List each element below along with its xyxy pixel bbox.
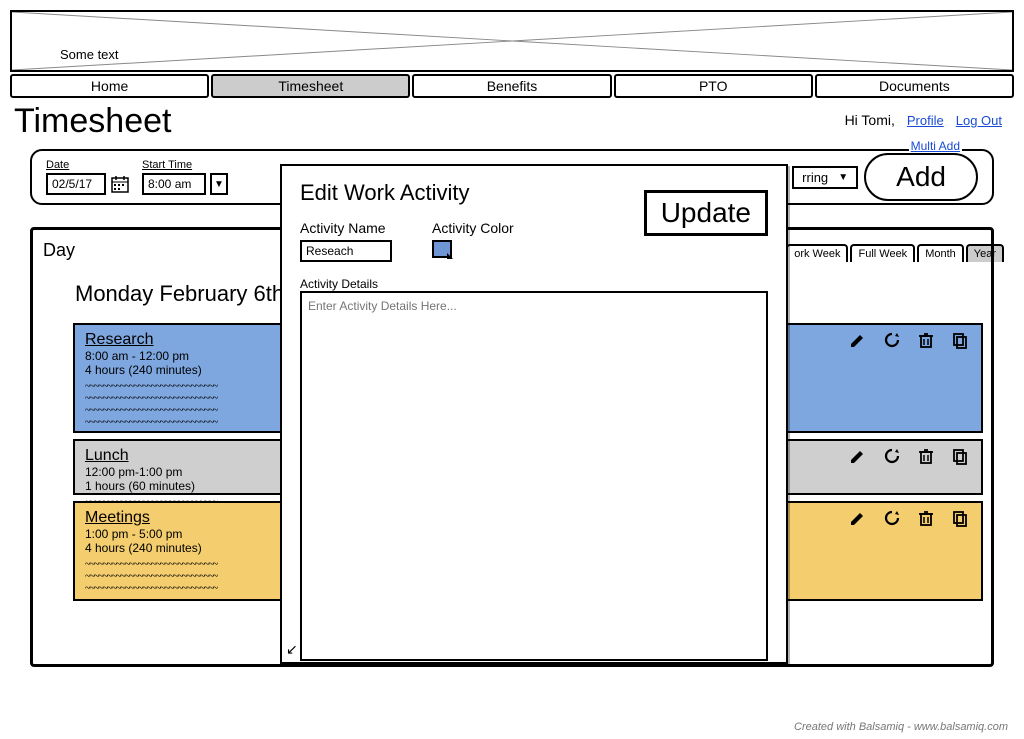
trash-icon[interactable] — [917, 509, 935, 527]
copy-icon[interactable] — [951, 509, 969, 527]
activity-name-block: Activity Name — [300, 220, 392, 262]
header-user-area: Hi Tomi, Profile Log Out — [845, 112, 1002, 128]
footer-credit: Created with Balsamiq - www.balsamiq.com — [794, 721, 1008, 733]
tab-documents[interactable]: Documents — [815, 74, 1014, 98]
activity-name-input[interactable] — [300, 240, 392, 262]
edit-icon[interactable] — [849, 331, 867, 349]
date-field-block: Date — [46, 159, 130, 195]
entry-actions — [849, 509, 969, 527]
entry-actions — [849, 447, 969, 465]
profile-link[interactable]: Profile — [907, 113, 944, 128]
activity-details-label: Activity Details — [300, 277, 768, 291]
start-time-input[interactable] — [142, 173, 206, 195]
trash-icon[interactable] — [917, 331, 935, 349]
date-label: Date — [46, 159, 130, 171]
logout-link[interactable]: Log Out — [956, 113, 1002, 128]
date-input[interactable] — [46, 173, 106, 195]
edit-icon[interactable] — [849, 447, 867, 465]
copy-icon[interactable] — [951, 447, 969, 465]
refresh-icon[interactable] — [883, 447, 901, 465]
refresh-icon[interactable] — [883, 509, 901, 527]
add-button[interactable]: Add — [864, 153, 978, 201]
tab-benefits[interactable]: Benefits — [412, 74, 611, 98]
activity-name-label: Activity Name — [300, 220, 392, 236]
entry-notes-placeholder: ~~~~~~~~~~~~~~~~~~~~~~~~~~~~~~~~~~~~~~~~… — [85, 381, 285, 429]
page-title: Timesheet — [14, 102, 171, 141]
resize-handle-icon[interactable]: ↙ — [286, 641, 298, 658]
main-nav: Home Timesheet Benefits PTO Documents — [10, 74, 1014, 98]
recurring-select[interactable]: rring ▼ — [792, 166, 858, 189]
banner-cross-icon — [12, 12, 1012, 70]
entry-actions — [849, 331, 969, 349]
banner-text: Some text — [60, 47, 119, 62]
multi-add-link[interactable]: Multi Add — [909, 139, 962, 153]
tab-home[interactable]: Home — [10, 74, 209, 98]
recurring-label: rring — [802, 170, 828, 185]
edit-icon[interactable] — [849, 509, 867, 527]
activity-color-label: Activity Color — [432, 220, 514, 236]
copy-icon[interactable] — [951, 331, 969, 349]
activity-details-input[interactable] — [300, 291, 768, 661]
chevron-down-icon: ▼ — [834, 172, 852, 183]
activity-color-block: Activity Color — [432, 220, 514, 263]
banner-placeholder: Some text — [10, 10, 1014, 72]
greeting-text: Hi Tomi, — [845, 112, 895, 128]
calendar-icon[interactable] — [110, 174, 130, 194]
update-button[interactable]: Update — [644, 190, 768, 236]
trash-icon[interactable] — [917, 447, 935, 465]
start-time-dropdown[interactable]: ▼ — [210, 173, 228, 195]
tab-timesheet[interactable]: Timesheet — [211, 74, 410, 98]
entry-notes-placeholder: ~~~~~~~~~~~~~~~~~~~~~~~~~~~~~~~~~~~~~~~~… — [85, 559, 285, 595]
start-time-label: Start Time — [142, 159, 228, 171]
start-time-field-block: Start Time ▼ — [142, 159, 228, 195]
edit-activity-modal: Edit Work Activity Update Activity Name … — [280, 164, 788, 664]
tab-pto[interactable]: PTO — [614, 74, 813, 98]
refresh-icon[interactable] — [883, 331, 901, 349]
activity-color-swatch[interactable] — [432, 240, 452, 258]
